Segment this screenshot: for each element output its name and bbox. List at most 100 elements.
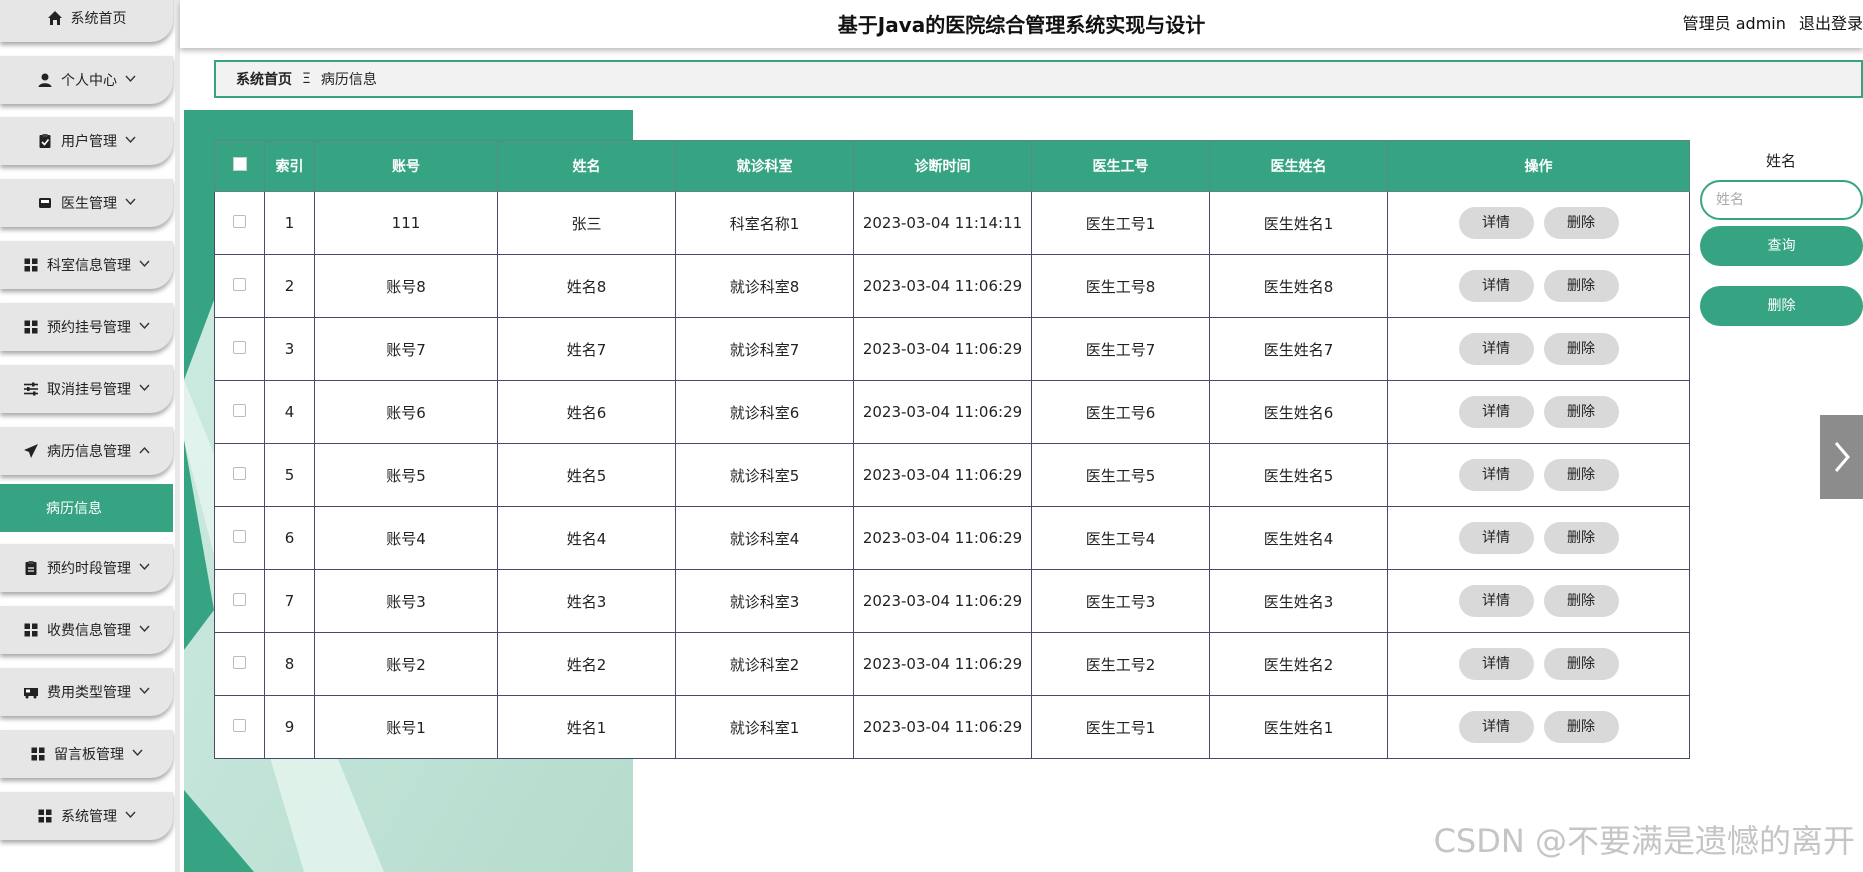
row-select-cell[interactable] [214,695,265,759]
row-select-cell[interactable] [214,569,265,633]
row-select-cell[interactable] [214,317,265,381]
column-header: 索引 [264,140,315,192]
row-checkbox[interactable] [233,215,246,228]
sidebar-item[interactable]: 系统首页 [0,0,173,42]
delete-button[interactable]: 删除 [1543,270,1619,302]
sidebar-item[interactable]: 取消挂号管理 [0,365,173,413]
cell-dept: 就诊科室4 [675,506,854,570]
cell-account: 账号8 [314,254,498,318]
sidebar-item[interactable]: 病历信息管理 [0,427,173,475]
row-checkbox[interactable] [233,404,246,417]
delete-button[interactable]: 删除 [1543,333,1619,365]
column-header: 医生姓名 [1209,140,1388,192]
detail-button[interactable]: 详情 [1458,207,1534,239]
row-checkbox[interactable] [233,593,246,606]
cell-doc-name: 医生姓名8 [1209,254,1388,318]
sidebar-item[interactable]: 科室信息管理 [0,241,173,289]
logout-link[interactable]: 退出登录 [1799,14,1863,33]
cell-doc-id: 医生工号6 [1031,380,1210,444]
cell-name: 姓名8 [497,254,676,318]
cell-actions: 详情 删除 [1387,695,1690,759]
breadcrumb-home[interactable]: 系统首页 [236,69,292,89]
row-select-cell[interactable] [214,443,265,507]
delete-button[interactable]: 删除 [1543,522,1619,554]
query-button[interactable]: 查询 [1700,226,1863,266]
detail-button[interactable]: 详情 [1458,270,1534,302]
delete-button[interactable]: 删除 [1543,711,1619,743]
row-checkbox[interactable] [233,719,246,732]
grid-icon [30,746,46,762]
row-select-cell[interactable] [214,191,265,255]
cell-doc-id: 医生工号1 [1031,191,1210,255]
sidebar-item-label: 系统首页 [70,11,127,27]
detail-button[interactable]: 详情 [1458,333,1534,365]
row-checkbox[interactable] [233,341,246,354]
page-title: 基于Java的医院综合管理系统实现与设计 [837,13,1206,37]
sidebar-item[interactable]: 预约时段管理 [0,544,173,592]
sidebar-item[interactable]: 费用类型管理 [0,668,173,716]
cell-doc-name: 医生姓名6 [1209,380,1388,444]
delete-button[interactable]: 删除 [1543,648,1619,680]
row-checkbox[interactable] [233,278,246,291]
chevron-down-icon [125,136,136,147]
cell-doc-id: 医生工号1 [1031,695,1210,759]
sidebar-item[interactable]: 个人中心 [0,56,173,104]
sidebar-item-label: 取消挂号管理 [47,382,131,398]
row-checkbox[interactable] [233,530,246,543]
detail-button[interactable]: 详情 [1458,648,1534,680]
cell-actions: 详情 删除 [1387,443,1690,507]
cell-time: 2023-03-04 11:06:29 [853,380,1032,444]
table-row: 4 账号6 姓名6 就诊科室6 2023-03-04 11:06:29 医生工号6 医生姓名… [214,380,1690,444]
cell-account: 账号4 [314,506,498,570]
sidebar-item[interactable]: 收费信息管理 [0,606,173,654]
column-header: 诊断时间 [853,140,1032,192]
delete-button[interactable]: 删除 [1543,207,1619,239]
cell-name: 姓名6 [497,380,676,444]
sidebar-item-label: 费用类型管理 [47,685,131,701]
chevron-down-icon [139,260,150,271]
grid-icon [23,319,39,335]
cell-index: 2 [264,254,315,318]
sidebar-item[interactable]: 用户管理 [0,117,173,165]
row-checkbox[interactable] [233,656,246,669]
row-select-cell[interactable] [214,506,265,570]
delete-button[interactable]: 删除 [1543,459,1619,491]
cell-index: 8 [264,632,315,696]
table-row: 8 账号2 姓名2 就诊科室2 2023-03-04 11:06:29 医生工号2 医生姓名… [214,632,1690,696]
cell-actions: 详情 删除 [1387,317,1690,381]
sidebar-item[interactable]: 留言板管理 [0,730,173,778]
sidebar: 系统首页个人中心用户管理医生管理科室信息管理 预约挂号管理取消挂号管理病历信息管理… [0,0,175,872]
sidebar-item[interactable]: 预约挂号管理 [0,303,173,351]
cell-time: 2023-03-04 11:06:29 [853,632,1032,696]
detail-button[interactable]: 详情 [1458,396,1534,428]
next-page-button[interactable] [1820,415,1863,499]
sidebar-item[interactable]: 系统管理 [0,792,173,840]
records-table-container: 索引 账号 姓名 就诊科室 诊断时间 医生工号 医生姓名 操作 1 111 张三 科室… [214,140,1690,759]
sidebar-subitem-medical-records[interactable]: 病历信息 [0,484,173,532]
breadcrumb-separator: Ξ [302,71,311,87]
detail-button[interactable]: 详情 [1458,585,1534,617]
batch-delete-button[interactable]: 删除 [1700,286,1863,326]
column-header: 账号 [314,140,498,192]
delete-button[interactable]: 删除 [1543,396,1619,428]
cell-doc-name: 医生姓名5 [1209,443,1388,507]
row-select-cell[interactable] [214,632,265,696]
row-select-cell[interactable] [214,254,265,318]
sidebar-item-label: 医生管理 [61,196,117,212]
search-name-input[interactable] [1700,180,1863,220]
delete-button[interactable]: 删除 [1543,585,1619,617]
paper-plane-icon [23,443,39,459]
table-row: 7 账号3 姓名3 就诊科室3 2023-03-04 11:06:29 医生工号3 医生姓名… [214,569,1690,633]
detail-button[interactable]: 详情 [1458,522,1534,554]
cell-name: 姓名4 [497,506,676,570]
cell-account: 账号5 [314,443,498,507]
detail-button[interactable]: 详情 [1458,459,1534,491]
row-select-cell[interactable] [214,380,265,444]
select-all-checkbox[interactable] [232,157,247,171]
detail-button[interactable]: 详情 [1458,711,1534,743]
clipboard-icon [23,560,39,576]
cell-name: 姓名3 [497,569,676,633]
select-all-cell[interactable] [214,140,265,192]
sidebar-item[interactable]: 医生管理 [0,179,173,227]
row-checkbox[interactable] [233,467,246,480]
